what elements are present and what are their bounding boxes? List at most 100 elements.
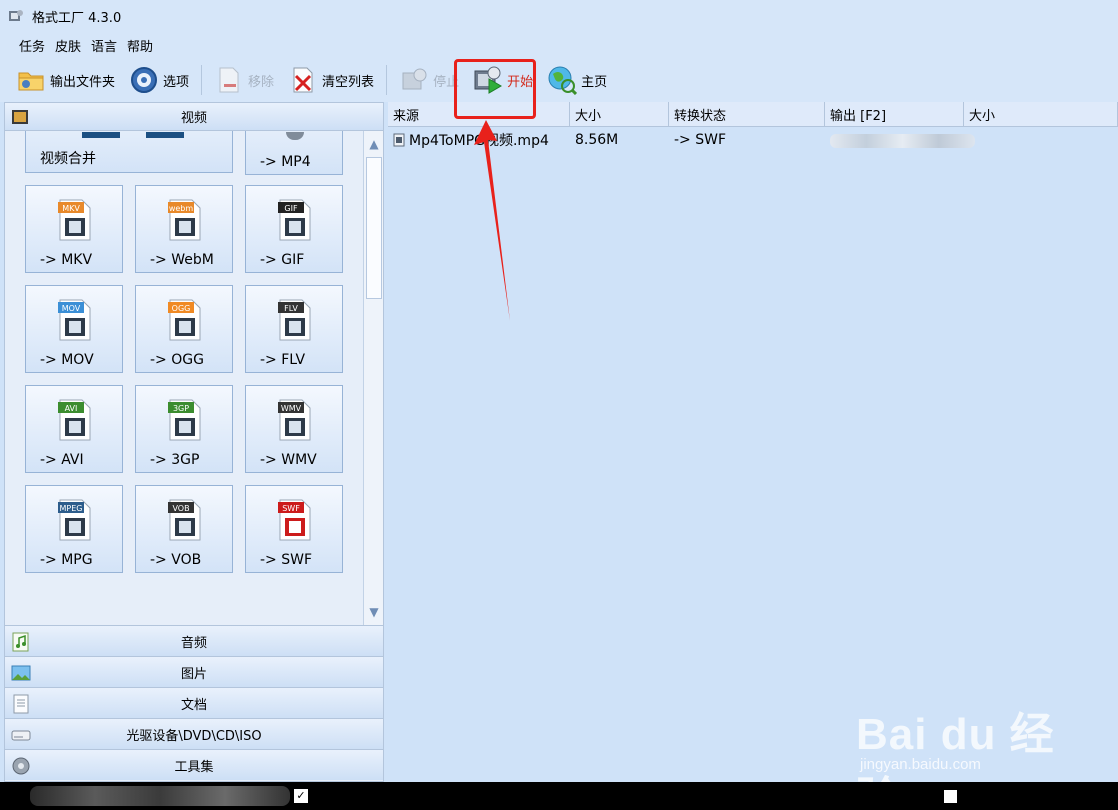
- mp4-tile[interactable]: -> MP4: [245, 131, 343, 175]
- format-tile[interactable]: 3GP -> 3GP: [135, 385, 233, 473]
- menu-skin[interactable]: 皮肤: [55, 34, 81, 57]
- category-optical-drive-label: 光驱设备\DVD\CD\ISO: [126, 728, 262, 744]
- format-tile-label: -> FLV: [260, 352, 306, 368]
- column-header-status[interactable]: 转换状态: [669, 102, 825, 127]
- video-merge-tile[interactable]: 视频合并: [25, 131, 233, 173]
- blurred-taskbar-items: [30, 786, 290, 806]
- category-document[interactable]: 文档: [5, 687, 383, 718]
- remove-button[interactable]: 移除: [212, 62, 276, 98]
- flash-icon: SWF: [278, 499, 311, 541]
- optical-drive-icon: [11, 730, 31, 741]
- column-header-source[interactable]: 来源: [388, 102, 570, 127]
- remove-label: 移除: [248, 74, 275, 90]
- output-folder-button[interactable]: 输出文件夹: [14, 62, 117, 98]
- stop-button[interactable]: 停止: [397, 62, 461, 98]
- quicktime-icon: MOV: [58, 299, 91, 341]
- format-tile-label: -> MKV: [40, 252, 93, 268]
- picture-icon: [11, 665, 31, 681]
- column-header-size[interactable]: 大小: [570, 102, 669, 127]
- format-tile-label: -> MOV: [40, 352, 94, 368]
- start-label: 开始: [507, 74, 534, 90]
- menu-language[interactable]: 语言: [91, 34, 117, 57]
- video-grid-scrollbar[interactable]: ▲ ▼: [363, 131, 383, 625]
- output-folder-label: 输出文件夹: [50, 74, 116, 90]
- clear-list-label: 清空列表: [322, 74, 375, 90]
- format-tile[interactable]: AVI -> AVI: [25, 385, 123, 473]
- format-tile-label: -> WMV: [260, 452, 317, 468]
- column-header-output[interactable]: 输出 [F2]: [825, 102, 964, 127]
- format-tile-label: -> VOB: [150, 552, 202, 568]
- tools-icon: [12, 757, 30, 775]
- gear-icon: [129, 65, 159, 95]
- scrollbar-thumb[interactable]: [366, 157, 382, 299]
- format-tile[interactable]: VOB -> VOB: [135, 485, 233, 573]
- format-badge-text: WMV: [281, 404, 302, 413]
- checkbox-icon[interactable]: ✓: [294, 789, 308, 803]
- scroll-down-arrow-icon[interactable]: ▼: [366, 603, 382, 621]
- camera-icon: WMV: [278, 399, 311, 441]
- category-document-label: 文档: [180, 697, 207, 713]
- category-audio[interactable]: 音频: [5, 625, 383, 656]
- clear-list-button[interactable]: 清空列表: [286, 62, 376, 98]
- mp4-label: -> MP4: [260, 154, 311, 170]
- stop-label: 停止: [433, 74, 460, 90]
- category-optical-drive[interactable]: 光驱设备\DVD\CD\ISO: [5, 718, 383, 749]
- format-badge-text: OGG: [172, 304, 191, 313]
- format-tile-label: -> SWF: [260, 552, 313, 568]
- phone-film-icon: 3GP: [168, 399, 201, 441]
- folder-icon: [16, 65, 46, 95]
- video-merge-label: 视频合并: [40, 151, 96, 167]
- globe-icon: [547, 65, 578, 95]
- category-tools[interactable]: 工具集: [5, 749, 383, 780]
- format-tile[interactable]: WMV -> WMV: [245, 385, 343, 473]
- format-tile[interactable]: GIF -> GIF: [245, 185, 343, 273]
- format-tile[interactable]: OGG -> OGG: [135, 285, 233, 373]
- row-output-path: [825, 132, 979, 148]
- home-button[interactable]: 主页: [545, 62, 609, 98]
- film-icon: AVI: [58, 399, 91, 441]
- format-tile[interactable]: FLV -> FLV: [245, 285, 343, 373]
- task-table-header: 来源 大小 转换状态 输出 [F2] 大小: [388, 102, 1118, 127]
- blurred-output-path: [830, 134, 975, 148]
- format-badge-text: MPEG: [60, 504, 83, 513]
- document-icon: [13, 694, 29, 714]
- format-tile[interactable]: MKV -> MKV: [25, 185, 123, 273]
- category-image[interactable]: 图片: [5, 656, 383, 687]
- video-category-icon: [12, 110, 28, 124]
- category-tools-label: 工具集: [174, 759, 214, 775]
- menu-task[interactable]: 任务: [19, 34, 45, 57]
- start-button[interactable]: 开始: [471, 62, 535, 98]
- row-source-cell: Mp4ToMPG视频.mp4: [388, 130, 570, 150]
- film-strip-icon: [82, 132, 120, 138]
- clapper-icon: FLV: [278, 299, 311, 341]
- format-tile[interactable]: MPEG -> MPG: [25, 485, 123, 573]
- menu-bar: 任务 皮肤 语言 帮助: [0, 32, 1118, 58]
- menu-help[interactable]: 帮助: [127, 34, 153, 57]
- format-tile[interactable]: SWF -> SWF: [245, 485, 343, 573]
- mp4-icon: [286, 132, 304, 140]
- category-image-label: 图片: [180, 666, 207, 682]
- toolbar: 输出文件夹 选项 移除 清空列表 停止 开始 主页: [0, 58, 1118, 102]
- format-tile-label: -> MPG: [40, 552, 93, 568]
- format-badge-text: MOV: [62, 304, 81, 313]
- options-button[interactable]: 选项: [127, 62, 191, 98]
- conversion-categories-panel: 视频 视频合并 -> MP4 MKV -> MKV webm -> WebM GIF ->…: [4, 102, 384, 782]
- film-strip-icon: [146, 132, 184, 138]
- table-row[interactable]: Mp4ToMPG视频.mp4 8.56M -> SWF: [388, 127, 1118, 153]
- format-tile[interactable]: webm -> WebM: [135, 185, 233, 273]
- format-badge-text: 3GP: [173, 404, 189, 413]
- format-badge-text: VOB: [172, 504, 189, 513]
- format-tile-label: -> WebM: [150, 252, 214, 268]
- checkbox-square[interactable]: [944, 790, 957, 803]
- format-tile-label: -> GIF: [260, 252, 305, 268]
- clear-list-icon: [288, 65, 318, 95]
- reel-icon: MPEG: [58, 499, 91, 541]
- format-tile[interactable]: MOV -> MOV: [25, 285, 123, 373]
- column-header-output-size[interactable]: 大小: [964, 102, 1118, 127]
- film-icon: MKV: [58, 199, 91, 241]
- category-video-label: 视频: [180, 111, 207, 126]
- category-video[interactable]: 视频: [5, 103, 383, 131]
- image-icon: GIF: [278, 199, 311, 241]
- format-badge-text: FLV: [284, 304, 298, 313]
- scroll-up-arrow-icon[interactable]: ▲: [366, 135, 382, 153]
